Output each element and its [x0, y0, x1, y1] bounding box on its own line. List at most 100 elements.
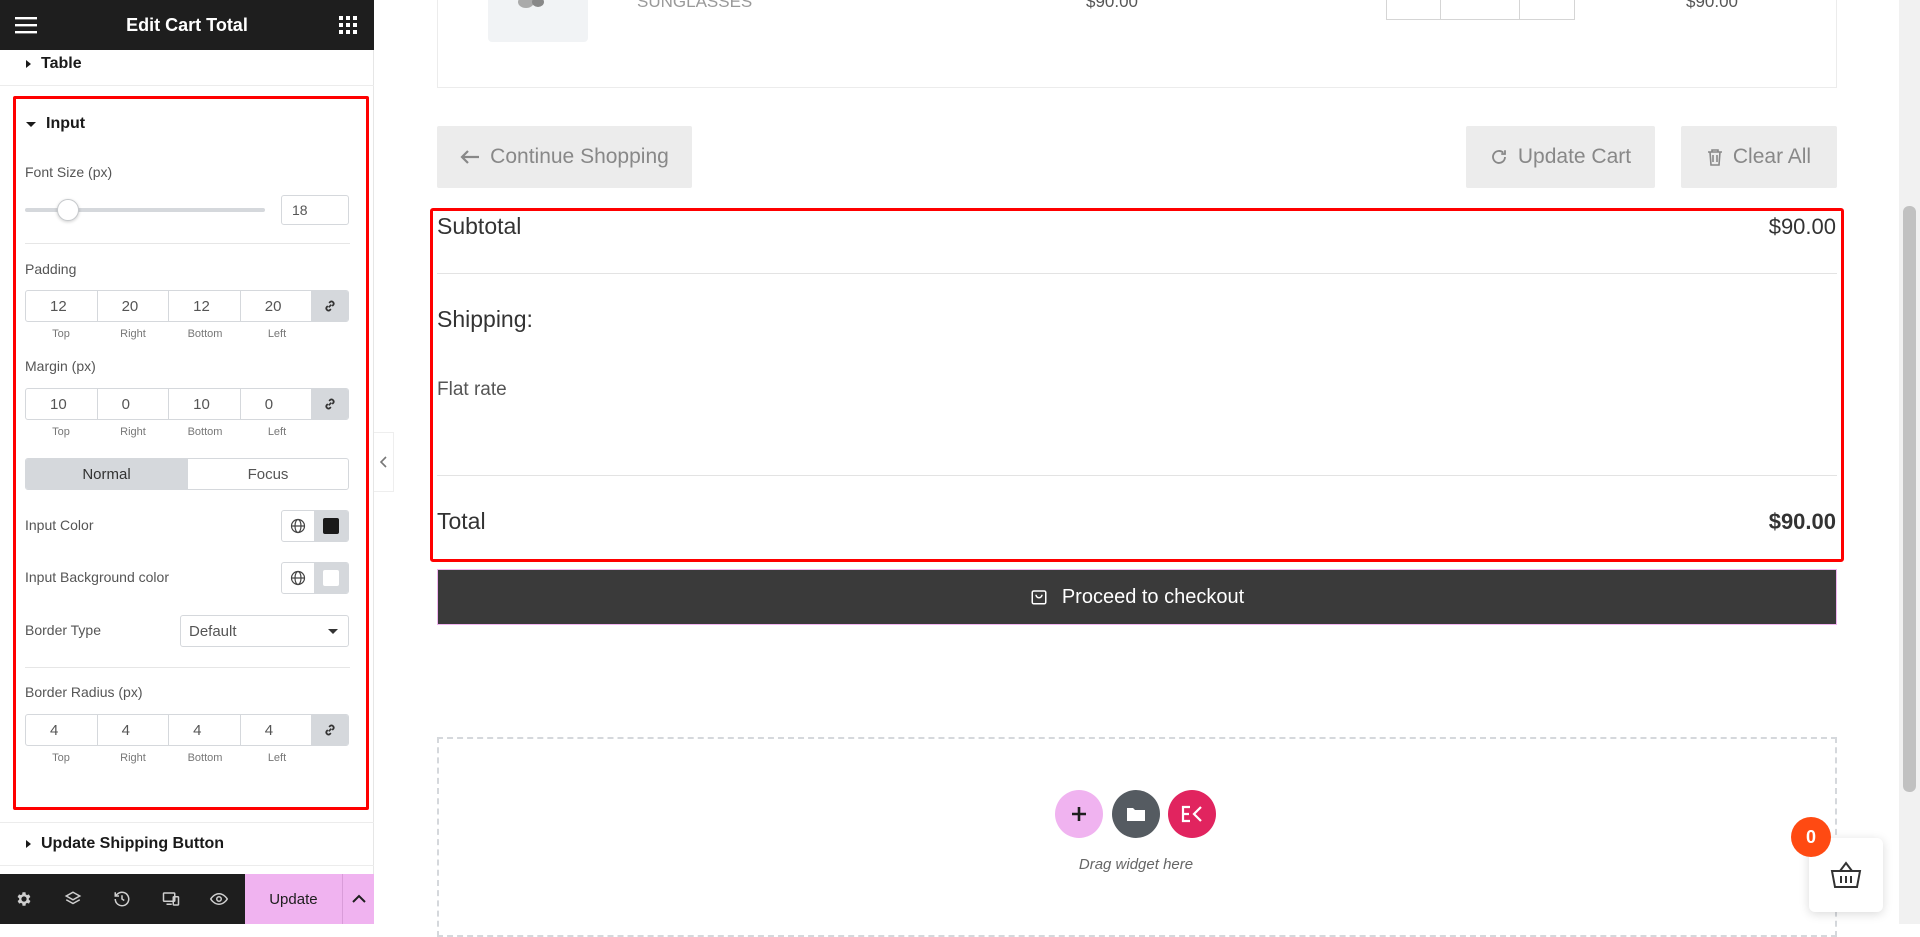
input-color-picker[interactable]: [314, 511, 348, 541]
product-name[interactable]: SUNGLASSES: [637, 0, 752, 12]
dim-label-right: Right: [120, 752, 146, 764]
subtotal-label: Subtotal: [437, 213, 522, 239]
border-type-select[interactable]: Default: [180, 615, 349, 647]
quantity-stepper[interactable]: [1386, 0, 1575, 20]
margin-bottom-input[interactable]: 10: [169, 389, 241, 419]
update-cart-button[interactable]: Update Cart: [1466, 126, 1655, 188]
input-background-color-control: [281, 562, 349, 594]
padding-right-input[interactable]: 20: [98, 291, 170, 321]
border-radius-right-input[interactable]: 4: [98, 715, 170, 745]
margin-left-input[interactable]: 0: [241, 389, 313, 419]
total-value: $90.00: [1768, 509, 1836, 534]
padding-left-input[interactable]: 20: [241, 291, 313, 321]
padding-label: Padding: [25, 261, 77, 277]
border-type-value: Default: [189, 622, 237, 640]
update-button[interactable]: Update: [244, 874, 343, 924]
dim-label-bottom: Bottom: [187, 426, 223, 438]
drag-widget-hint: Drag widget here: [1078, 856, 1194, 873]
section-input[interactable]: Input: [0, 102, 374, 146]
border-type-label: Border Type: [25, 622, 102, 638]
proceed-to-checkout-button[interactable]: Proceed to checkout: [437, 569, 1837, 625]
elementskit-logo-icon[interactable]: [1168, 790, 1216, 838]
scrollbar-thumb[interactable]: [1903, 206, 1916, 792]
dim-label-left: Left: [267, 426, 287, 438]
checkout-label: Proceed to checkout: [1061, 585, 1245, 608]
font-size-input[interactable]: 18: [281, 195, 349, 225]
section-update-shipping-button[interactable]: Update Shipping Button: [0, 822, 374, 866]
divider: [25, 667, 350, 668]
preview-eye-icon[interactable]: [195, 874, 244, 924]
product-price: $90.00: [1086, 0, 1138, 11]
margin-right-input[interactable]: 0: [98, 389, 170, 419]
basket-icon: [1830, 861, 1862, 888]
template-library-folder-icon[interactable]: [1112, 790, 1160, 838]
dim-label-right: Right: [120, 328, 146, 340]
add-section-plus-icon[interactable]: [1055, 790, 1103, 838]
product-thumbnail[interactable]: [488, 0, 588, 42]
dim-label-top: Top: [52, 752, 70, 764]
input-background-color-picker[interactable]: [314, 563, 348, 593]
cart-count-badge: 0: [1791, 817, 1831, 857]
link-values-icon[interactable]: [312, 389, 348, 419]
font-size-slider-handle[interactable]: [57, 199, 80, 221]
refresh-icon: [1492, 150, 1506, 164]
padding-bottom-input[interactable]: 12: [169, 291, 241, 321]
border-radius-inputs: 4 4 4 4: [25, 714, 349, 746]
continue-shopping-label: Continue Shopping: [490, 145, 669, 168]
border-radius-left-input[interactable]: 4: [241, 715, 313, 745]
shipping-method[interactable]: Flat rate: [437, 379, 507, 401]
cart-table-card: [437, 0, 1837, 88]
section-input-label: Input: [46, 115, 86, 132]
trash-icon: [1707, 149, 1722, 166]
input-background-color-swatch: [323, 570, 340, 586]
global-colors-globe-icon[interactable]: [282, 511, 315, 541]
section-update-shipping-label: Update Shipping Button: [41, 835, 225, 852]
dim-label-bottom: Bottom: [187, 752, 223, 764]
responsive-mode-icon[interactable]: [146, 874, 195, 924]
input-color-control: [281, 510, 349, 542]
section-table[interactable]: Table: [0, 42, 374, 86]
save-options-chevron-up-icon[interactable]: [342, 874, 374, 924]
dim-label-top: Top: [52, 426, 70, 438]
panel-footer: Update: [0, 874, 374, 924]
input-background-color-label: Input Background color: [25, 569, 169, 585]
update-cart-label: Update Cart: [1517, 145, 1632, 168]
clear-all-button[interactable]: Clear All: [1681, 126, 1837, 188]
caret-down-icon: [26, 121, 36, 127]
history-icon[interactable]: [97, 874, 146, 924]
collapse-panel-chevron-left-icon[interactable]: [374, 432, 394, 492]
section-table-label: Table: [41, 54, 82, 72]
input-color-label: Input Color: [25, 517, 94, 533]
margin-label: Margin (px): [25, 358, 96, 374]
border-radius-top-input[interactable]: 4: [26, 715, 98, 745]
padding-inputs: 12 20 12 20: [25, 290, 349, 322]
padding-top-input[interactable]: 12: [26, 291, 98, 321]
border-radius-bottom-input[interactable]: 4: [169, 715, 241, 745]
dim-label-right: Right: [120, 426, 146, 438]
margin-top-input[interactable]: 10: [26, 389, 98, 419]
link-values-icon[interactable]: [312, 715, 348, 745]
divider: [25, 243, 350, 244]
chevron-down-icon: [328, 628, 338, 634]
quantity-increase[interactable]: [1520, 0, 1574, 19]
panel-title: Edit Cart Total: [126, 14, 248, 35]
input-color-swatch: [323, 518, 340, 534]
quantity-decrease[interactable]: [1387, 0, 1441, 19]
continue-shopping-button[interactable]: Continue Shopping: [437, 126, 692, 188]
layers-navigator-icon[interactable]: [49, 874, 98, 924]
tab-normal[interactable]: Normal: [26, 459, 187, 489]
link-values-icon[interactable]: [312, 291, 348, 321]
shipping-label: Shipping:: [437, 306, 533, 332]
margin-inputs: 10 0 10 0: [25, 388, 349, 420]
tab-focus[interactable]: Focus: [187, 459, 348, 489]
hamburger-menu-icon[interactable]: [14, 13, 38, 37]
global-colors-globe-icon[interactable]: [282, 563, 315, 593]
quantity-input[interactable]: [1441, 0, 1521, 19]
arrow-left-icon: [460, 150, 480, 164]
line-total: $90.00: [1686, 0, 1738, 11]
settings-gear-icon[interactable]: [0, 874, 49, 924]
widgets-grid-icon[interactable]: [336, 13, 360, 37]
divider: [437, 273, 1837, 274]
dim-label-left: Left: [267, 328, 287, 340]
cart-totals-highlight: [430, 208, 1844, 562]
